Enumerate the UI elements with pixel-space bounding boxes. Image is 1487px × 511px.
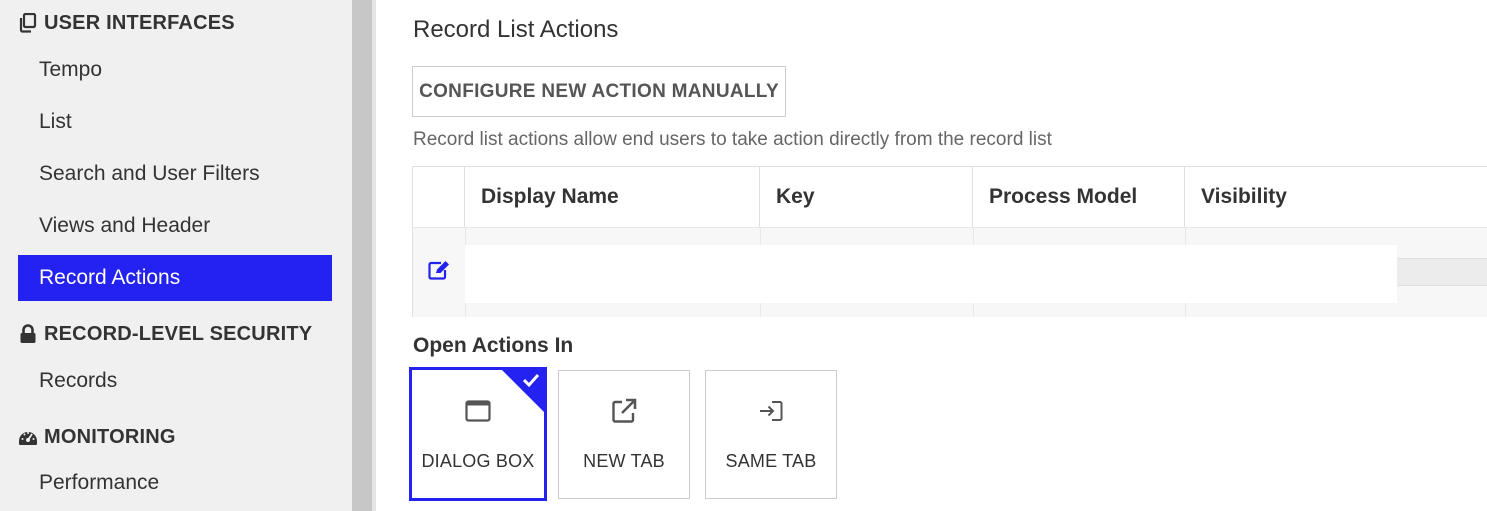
sidebar-resize-handle[interactable] [352, 0, 372, 511]
column-label: Process Model [989, 185, 1138, 208]
sidebar-item-label: List [39, 110, 72, 133]
dashboard-icon [18, 427, 38, 447]
sidebar-item-list[interactable]: List [18, 99, 332, 145]
copy-icon [18, 13, 38, 33]
option-label: SAME TAB [725, 451, 817, 471]
sidebar-item-record-actions[interactable]: Record Actions [18, 255, 332, 301]
edit-icon [428, 260, 450, 285]
sidebar-item-label: Performance [39, 471, 160, 494]
table-header-visibility[interactable]: Visibility [1185, 167, 1487, 227]
sidebar-item-tempo[interactable]: Tempo [18, 47, 332, 93]
window-icon [465, 397, 491, 425]
table-header-process-model[interactable]: Process Model [973, 167, 1185, 227]
sign-in-icon [758, 397, 784, 425]
section-record-level-security: RECORD-LEVEL SECURITY [18, 321, 312, 347]
sidebar-item-label: Search and User Filters [39, 162, 260, 185]
table-header-display-name[interactable]: Display Name [465, 167, 760, 227]
configure-new-action-button[interactable]: CONFIGURE NEW ACTION MANUALLY [412, 66, 786, 117]
sidebar: USER INTERFACES Tempo List Search and Us… [0, 0, 352, 511]
column-label: Display Name [481, 185, 619, 208]
lock-icon [18, 324, 38, 344]
sidebar-item-label: Views and Header [39, 214, 211, 237]
option-same-tab[interactable]: SAME TAB [705, 370, 837, 499]
open-actions-label: Open Actions In [413, 334, 574, 357]
table-header-edit [413, 167, 465, 227]
external-link-icon [611, 397, 637, 425]
option-new-tab[interactable]: NEW TAB [558, 370, 690, 499]
column-label: Visibility [1201, 185, 1287, 208]
column-label: Key [776, 185, 815, 208]
sidebar-item-views-and-header[interactable]: Views and Header [18, 203, 332, 249]
actions-table: Display Name Key Process Model Visibilit… [412, 166, 1487, 317]
main-content: Record List Actions CONFIGURE NEW ACTION… [376, 0, 1487, 511]
option-label: NEW TAB [583, 451, 665, 471]
sidebar-item-search-and-user-filters[interactable]: Search and User Filters [18, 151, 332, 197]
row-content-placeholder [465, 245, 1397, 303]
section-title: USER INTERFACES [44, 11, 235, 34]
description-text: Record list actions allow end users to t… [413, 129, 1052, 150]
section-title: RECORD-LEVEL SECURITY [44, 322, 313, 345]
check-icon [522, 373, 540, 388]
sidebar-item-label: Records [39, 369, 118, 392]
option-label: DIALOG BOX [421, 451, 535, 471]
sidebar-item-label: Tempo [39, 58, 103, 81]
table-header-key[interactable]: Key [760, 167, 973, 227]
section-user-interfaces: USER INTERFACES [18, 10, 235, 36]
sidebar-item-label: Record Actions [39, 266, 181, 289]
app-window: USER INTERFACES Tempo List Search and Us… [0, 0, 1487, 511]
edit-row-button[interactable] [413, 227, 465, 317]
option-dialog-box[interactable]: DIALOG BOX [409, 367, 547, 501]
sidebar-item-performance[interactable]: Performance [18, 460, 332, 506]
section-title: MONITORING [44, 425, 176, 448]
sidebar-item-records[interactable]: Records [18, 358, 332, 404]
section-monitoring: MONITORING [18, 424, 176, 450]
page-title: Record List Actions [413, 16, 619, 43]
